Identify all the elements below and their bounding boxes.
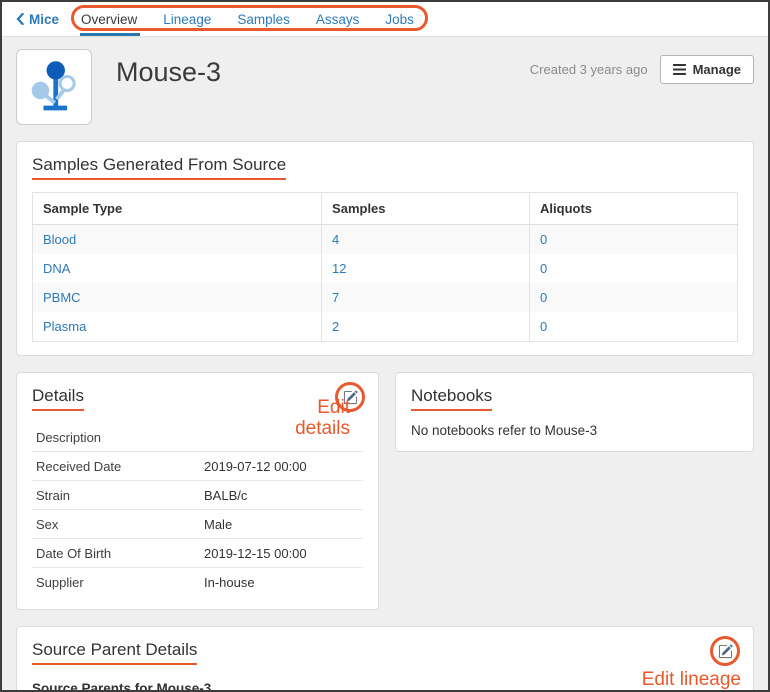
field-row-sex: Sex Male (32, 510, 363, 539)
column-header-samples: Samples (322, 193, 530, 225)
aliquots-count-link[interactable]: 0 (540, 319, 547, 334)
field-label: Sex (36, 517, 204, 532)
pencil-square-icon (343, 390, 358, 405)
aliquots-count-link[interactable]: 0 (540, 232, 547, 247)
column-header-aliquots: Aliquots (530, 193, 738, 225)
aliquots-count-link[interactable]: 0 (540, 290, 547, 305)
field-label: Supplier (36, 575, 204, 590)
app-window: Mice Overview Lineage Samples Assays Job… (0, 0, 770, 692)
table-row: Blood 4 0 (33, 225, 738, 255)
table-row: Plasma 2 0 (33, 312, 738, 342)
edit-lineage-button[interactable] (710, 636, 740, 666)
samples-panel-heading: Samples Generated From Source (32, 155, 286, 180)
source-parent-details-panel: Source Parent Details Edit lineage Sourc… (16, 626, 754, 692)
table-row: PBMC 7 0 (33, 283, 738, 312)
details-fields: Description Received Date 2019-07-12 00:… (32, 423, 363, 596)
top-navigation: Mice Overview Lineage Samples Assays Job… (2, 2, 768, 37)
manage-button[interactable]: Manage (660, 55, 754, 84)
sample-type-link[interactable]: DNA (43, 261, 70, 276)
pencil-square-icon (718, 644, 733, 659)
back-link-mice[interactable]: Mice (16, 2, 59, 36)
main-content: Samples Generated From Source Sample Typ… (2, 141, 768, 692)
manage-button-label: Manage (693, 62, 741, 77)
aliquots-count-link[interactable]: 0 (540, 261, 547, 276)
edit-details-control (335, 382, 365, 412)
details-notebooks-row: Details Edit details (16, 372, 754, 610)
field-row-description: Description (32, 423, 363, 452)
tab-strip: Overview Lineage Samples Assays Jobs (81, 2, 424, 36)
created-timestamp: Created 3 years ago (530, 62, 648, 77)
samples-count-link[interactable]: 4 (332, 232, 339, 247)
field-label: Strain (36, 488, 204, 503)
back-link-label: Mice (29, 12, 59, 27)
samples-count-link[interactable]: 12 (332, 261, 346, 276)
tab-overview[interactable]: Overview (81, 12, 137, 27)
samples-table: Sample Type Samples Aliquots Blood 4 0 D… (32, 192, 738, 342)
field-row-received-date: Received Date 2019-07-12 00:00 (32, 452, 363, 481)
field-row-date-of-birth: Date Of Birth 2019-12-15 00:00 (32, 539, 363, 568)
field-value: Male (204, 517, 232, 532)
header-actions: Created 3 years ago Manage (530, 55, 754, 84)
field-value: BALB/c (204, 488, 247, 503)
notebooks-panel: Notebooks No notebooks refer to Mouse-3 (395, 372, 754, 452)
field-label: Received Date (36, 459, 204, 474)
samples-count-link[interactable]: 7 (332, 290, 339, 305)
edit-details-button[interactable] (335, 382, 365, 412)
samples-count-link[interactable]: 2 (332, 319, 339, 334)
table-row: DNA 12 0 (33, 254, 738, 283)
field-row-strain: Strain BALB/c (32, 481, 363, 510)
source-lineage-icon (16, 49, 92, 125)
notebooks-empty-message: No notebooks refer to Mouse-3 (411, 423, 738, 438)
page-title: Mouse-3 (116, 57, 221, 88)
tab-samples[interactable]: Samples (237, 12, 290, 27)
tab-jobs[interactable]: Jobs (385, 12, 414, 27)
table-header-row: Sample Type Samples Aliquots (33, 193, 738, 225)
field-label: Date Of Birth (36, 546, 204, 561)
sample-type-link[interactable]: PBMC (43, 290, 81, 305)
sample-type-link[interactable]: Plasma (43, 319, 86, 334)
menu-icon (673, 64, 686, 75)
active-tab-underline (80, 33, 140, 36)
field-row-supplier: Supplier In-house (32, 568, 363, 596)
source-parents-subheading: Source Parents for Mouse-3 (32, 681, 738, 692)
field-value: 2019-07-12 00:00 (204, 459, 307, 474)
lineage-panel-heading: Source Parent Details (32, 640, 197, 665)
chevron-left-icon (16, 13, 24, 25)
details-panel-heading: Details (32, 386, 84, 411)
tab-assays[interactable]: Assays (316, 12, 360, 27)
sample-type-link[interactable]: Blood (43, 232, 76, 247)
samples-generated-panel: Samples Generated From Source Sample Typ… (16, 141, 754, 356)
tab-lineage[interactable]: Lineage (163, 12, 211, 27)
edit-lineage-control (710, 636, 740, 666)
column-header-sample-type: Sample Type (33, 193, 322, 225)
field-value: 2019-12-15 00:00 (204, 546, 307, 561)
notebooks-panel-heading: Notebooks (411, 386, 492, 411)
field-value: In-house (204, 575, 255, 590)
page-header: Mouse-3 Created 3 years ago Manage (2, 37, 768, 135)
field-label: Description (36, 430, 204, 445)
details-panel: Details Edit details (16, 372, 379, 610)
